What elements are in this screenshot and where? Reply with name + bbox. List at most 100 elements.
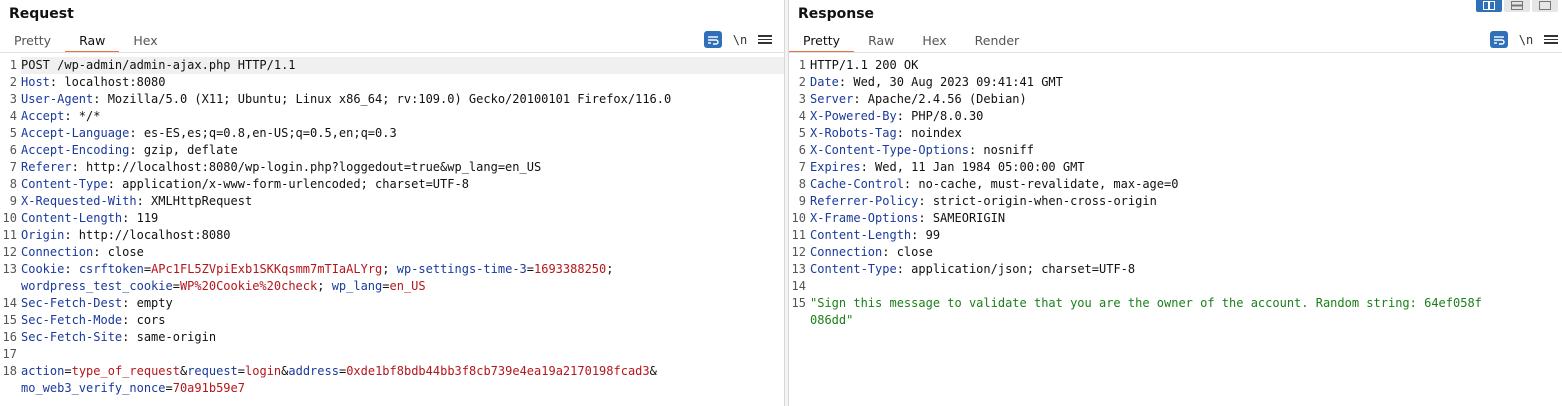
token-text: : SAMEORIGIN: [918, 211, 1006, 225]
line-content: X-Requested-With: XMLHttpRequest: [21, 193, 784, 210]
line-content: Host: localhost:8080: [21, 74, 784, 91]
show-newlines-button[interactable]: \n: [1518, 33, 1534, 47]
code-line: 17: [0, 346, 784, 363]
line-content: Content-Type: application/json; charset=…: [810, 261, 1562, 278]
line-content: [21, 346, 784, 363]
tab-raw[interactable]: Raw: [65, 29, 120, 53]
line-number: 13: [2, 262, 17, 276]
token-text: : http://localhost:8080/wp-login.php?log…: [71, 160, 542, 174]
code-line: 5 Accept-Language: es-ES,es;q=0.8,en-US;q…: [0, 125, 784, 142]
code-line: 7 Referer: http://localhost:8080/wp-login…: [0, 159, 784, 176]
token-key: Accept-Encoding: [21, 143, 130, 157]
code-line: 8 Cache-Control: no-cache, must-revalidat…: [789, 176, 1562, 193]
line-number: 1: [798, 58, 806, 72]
code-line: 4 X-Powered-By: PHP/8.0.30: [789, 108, 1562, 125]
token-key: X-Powered-By: [810, 109, 897, 123]
code-line: 15 Sec-Fetch-Mode: cors: [0, 312, 784, 329]
menu-icon[interactable]: [758, 33, 772, 47]
code-line: 6 Accept-Encoding: gzip, deflate: [0, 142, 784, 159]
token-text: : Wed, 11 Jan 1984 05:00:00 GMT: [860, 160, 1085, 174]
split-layout-button[interactable]: [1476, 0, 1502, 12]
line-content: "Sign this message to validate that you …: [810, 295, 1562, 312]
rows-icon: [1511, 0, 1523, 10]
response-title: Response: [798, 6, 875, 22]
token-text: : application/json; charset=UTF-8: [896, 262, 1136, 276]
code-line: 13 Content-Type: application/json; charse…: [789, 261, 1562, 278]
response-panel: Response Pretty Raw Hex Render \n 1 HTTP/1.1…: [789, 0, 1562, 406]
line-number: 2: [798, 75, 806, 89]
line-number: 12: [791, 245, 806, 259]
token-text: : no-cache, must-revalidate, max-age=0: [903, 177, 1179, 191]
line-number: 7: [9, 160, 17, 174]
line-number: 10: [791, 211, 806, 225]
tab-hex[interactable]: Hex: [119, 29, 171, 53]
token-text: : http://localhost:8080: [64, 228, 231, 242]
menu-icon[interactable]: [1544, 33, 1558, 47]
code-line: 11 Origin: http://localhost:8080: [0, 227, 784, 244]
line-number: 3: [9, 92, 17, 106]
request-editor[interactable]: 1 POST /wp-admin/admin-ajax.php HTTP/1.1 2…: [0, 57, 784, 406]
token-text: : noindex: [896, 126, 962, 140]
token-key: X-Content-Type-Options: [810, 143, 969, 157]
tab-pretty[interactable]: Pretty: [0, 29, 65, 53]
stacked-layout-button[interactable]: [1504, 0, 1530, 12]
tab-pretty[interactable]: Pretty: [789, 29, 855, 53]
line-number: 7: [798, 160, 806, 174]
token-value: en_US: [389, 279, 426, 293]
token-key: Cookie: [21, 262, 65, 276]
wrap-icon: [1494, 35, 1505, 45]
line-number: 6: [9, 143, 17, 157]
line-content: X-Frame-Options: SAMEORIGIN: [810, 210, 1562, 227]
line-number: 4: [798, 109, 806, 123]
line-content: Connection: close: [810, 244, 1562, 261]
line-content: Sec-Fetch-Mode: cors: [21, 312, 784, 329]
line-number: 5: [798, 126, 806, 140]
layout-switcher: [1476, 0, 1558, 12]
tab-raw[interactable]: Raw: [854, 29, 908, 53]
code-line: 3 Server: Apache/2.4.56 (Debian): [789, 91, 1562, 108]
tab-hex[interactable]: Hex: [908, 29, 960, 53]
token-text: : Mozilla/5.0 (X11; Ubuntu; Linux x86_64…: [93, 92, 672, 106]
token-text: : PHP/8.0.30: [896, 109, 984, 123]
line-content: wordpress_test_cookie=WP%20Cookie%20chec…: [21, 278, 784, 295]
single-pane-icon: [1539, 0, 1551, 10]
token-text: ;: [606, 262, 614, 276]
wrap-lines-button[interactable]: [704, 31, 722, 48]
code-line: 15 "Sign this message to validate that yo…: [789, 295, 1562, 312]
line-content: User-Agent: Mozilla/5.0 (X11; Ubuntu; Li…: [21, 91, 784, 108]
token-key: Sec-Fetch-Dest: [21, 296, 123, 310]
line-number: 3: [798, 92, 806, 106]
token-key: Content-Length: [810, 228, 912, 242]
line-content: X-Powered-By: PHP/8.0.30: [810, 108, 1562, 125]
line-number: 11: [791, 228, 806, 242]
tab-render[interactable]: Render: [961, 29, 1034, 53]
token-key: Host: [21, 75, 50, 89]
token-key: action: [21, 364, 65, 378]
token-value: 1693388250: [534, 262, 607, 276]
line-number: 13: [791, 262, 806, 276]
code-line: 18 action=type_of_request&request=login&a…: [0, 363, 784, 380]
line-content: POST /wp-admin/admin-ajax.php HTTP/1.1: [21, 57, 784, 74]
token-key: Connection: [810, 245, 883, 259]
code-line: 2 Host: localhost:8080: [0, 74, 784, 91]
response-editor[interactable]: 1 HTTP/1.1 200 OK 2 Date: Wed, 30 Aug 2023 …: [789, 57, 1562, 406]
line-number: 9: [9, 194, 17, 208]
token-text: : nosniff: [968, 143, 1034, 157]
token-key: wordpress_test_cookie: [21, 279, 173, 293]
token-key: User-Agent: [21, 92, 94, 106]
line-number: 14: [2, 296, 17, 310]
show-newlines-button[interactable]: \n: [732, 33, 748, 47]
token-value: type_of_request: [71, 364, 180, 378]
code-line: 9 Referrer-Policy: strict-origin-when-cro…: [789, 193, 1562, 210]
tab-underline: [0, 52, 784, 53]
request-title: Request: [9, 6, 74, 22]
token-text: : 99: [911, 228, 941, 242]
line-content: Date: Wed, 30 Aug 2023 09:41:41 GMT: [810, 74, 1562, 91]
line-number: 14: [791, 279, 806, 293]
line-content: Connection: close: [21, 244, 784, 261]
line-number: 2: [9, 75, 17, 89]
tabbed-layout-button[interactable]: [1532, 0, 1558, 12]
token-text: =: [165, 381, 173, 395]
code-line: 16 Sec-Fetch-Site: same-origin: [0, 329, 784, 346]
wrap-lines-button[interactable]: [1490, 31, 1508, 48]
